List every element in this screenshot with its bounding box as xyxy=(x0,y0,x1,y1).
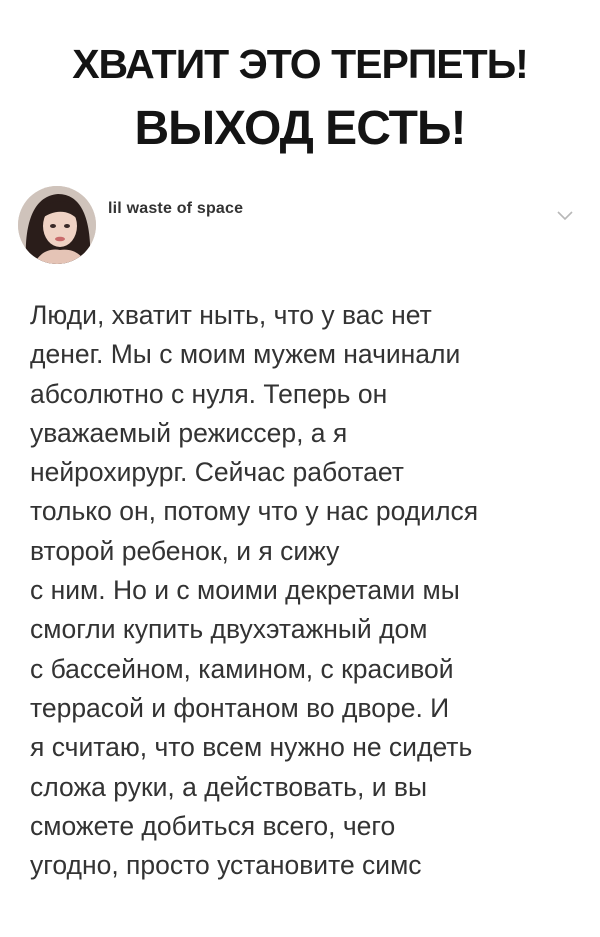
post-text-line: я считаю, что всем нужно не сидеть xyxy=(30,732,473,763)
post-text: Люди, хватит ныть, что у вас нет денег. … xyxy=(30,296,586,885)
post-text-line: денег. Мы с моим мужем начинали xyxy=(30,339,461,370)
post-text-line: только он, потому что у нас родился xyxy=(30,496,479,527)
username[interactable]: lil waste of space xyxy=(108,200,243,218)
post-text-line: с бассейном, камином, с красивой xyxy=(30,653,454,684)
user-avatar-photo-icon xyxy=(18,186,96,264)
post-text-line: смогли купить двухэтажный дом xyxy=(30,614,428,645)
post-text-line: второй ребенок, и я сижу xyxy=(30,535,340,566)
post-text-line: сможете добиться всего, чего xyxy=(30,810,396,841)
post-text-line: с ним. Но и с моими декретами мы xyxy=(30,575,460,606)
post-text-line: Люди, хватит ныть, что у вас нет xyxy=(30,300,432,330)
headline-line-1: ХВАТИТ ЭТО ТЕРПЕТЬ! xyxy=(72,41,529,87)
post-text-line: нейрохирург. Сейчас работает xyxy=(30,457,404,488)
avatar[interactable] xyxy=(18,186,96,264)
headline-line-2: ВЫХОД ЕСТЬ! xyxy=(134,102,467,155)
post-text-line: террасой и фонтаном во дворе. И xyxy=(30,692,450,723)
post-text-line: уважаемый режиссер, а я xyxy=(30,417,348,448)
post-text-line: угодно, просто установите симс xyxy=(30,850,422,881)
post-text-line: абсолютно с нуля. Теперь он xyxy=(30,378,388,409)
post-header: lil waste of space xyxy=(18,186,582,272)
chevron-down-icon[interactable] xyxy=(556,208,574,221)
post-text-line: сложа руки, а действовать, и вы xyxy=(30,771,427,802)
